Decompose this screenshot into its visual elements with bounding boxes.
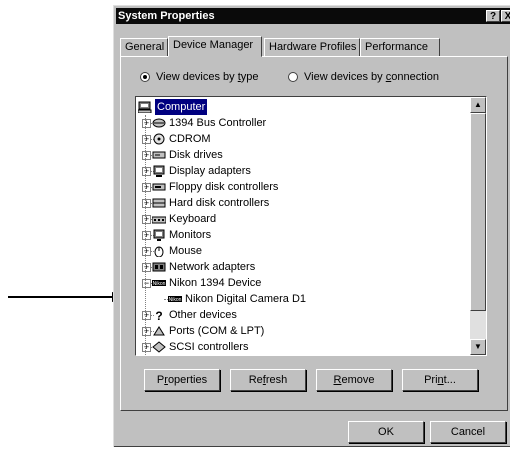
view-by-type-option[interactable]: View devices by type [140, 70, 259, 84]
keyboard-icon [152, 216, 166, 224]
svg-text:?: ? [155, 309, 162, 321]
remove-button[interactable]: Remove [316, 369, 392, 391]
title-bar: System Properties ? X [116, 8, 510, 24]
network-adapter-icon [152, 262, 166, 272]
tree-item-label: Ports (COM & LPT) [169, 325, 265, 337]
scsi-controller-icon [152, 341, 166, 353]
properties-button[interactable]: Properties [144, 369, 220, 391]
tree-item[interactable]: + Monitors [138, 227, 468, 243]
expand-icon[interactable]: + [142, 247, 151, 256]
tree-item-label: Computer [155, 99, 208, 115]
disk-drive-icon [152, 151, 166, 159]
display-adapter-icon [153, 165, 165, 177]
tab-hardware-profiles[interactable]: Hardware Profiles [264, 38, 360, 56]
cancel-button[interactable]: Cancel [430, 421, 506, 443]
tree-item[interactable]: + Network adapters [138, 259, 468, 275]
tree-item[interactable]: + Mouse [138, 243, 468, 259]
help-button[interactable]: ? [486, 10, 500, 22]
expand-icon[interactable]: + [142, 311, 151, 320]
view-by-type-radio[interactable] [140, 72, 150, 82]
tree-item[interactable]: +1394 Bus Controller [138, 115, 468, 131]
nikon-camera-icon: Nikon [168, 296, 182, 303]
tree-item-label: Floppy disk controllers [169, 181, 279, 193]
vertical-scrollbar[interactable]: ▲ ▼ [470, 97, 486, 355]
tree-item[interactable]: Nikon Nikon Digital Camera D1 [138, 291, 468, 307]
tab-performance[interactable]: Performance [360, 38, 440, 56]
tree-item[interactable]: + Floppy disk controllers [138, 179, 468, 195]
tree-item[interactable]: +? Other devices [138, 307, 468, 323]
expand-icon[interactable]: + [142, 151, 151, 160]
tree-item-label: Mouse [169, 245, 203, 257]
tree-item[interactable]: + Disk drives [138, 147, 468, 163]
tree-item-label: Display adapters [169, 165, 251, 177]
tree-item-label: Sound, video and game controllers [169, 355, 339, 356]
svg-text:Nikon: Nikon [169, 297, 182, 303]
cdrom-icon [153, 133, 165, 145]
close-button[interactable]: X [501, 10, 510, 22]
other-devices-icon: ? [155, 309, 162, 321]
tree-item[interactable]: + Hard disk controllers [138, 195, 468, 211]
tree-item-label: Keyboard [169, 213, 217, 225]
tree-item[interactable]: Computer [138, 99, 468, 115]
nikon-device-icon: Nikon [152, 280, 166, 287]
window-title: System Properties [118, 10, 215, 22]
scroll-up-button[interactable]: ▲ [470, 97, 486, 113]
tree-item-label: Monitors [169, 229, 212, 241]
expand-icon[interactable]: + [142, 327, 151, 336]
scroll-down-button[interactable]: ▼ [470, 339, 486, 355]
tab-general[interactable]: General [120, 38, 168, 56]
ok-button[interactable]: OK [348, 421, 424, 443]
tree-item-label: SCSI controllers [169, 341, 249, 353]
refresh-button[interactable]: Refresh [230, 369, 306, 391]
tree-item[interactable]: + Keyboard [138, 211, 468, 227]
device-tree: Computer +1394 Bus Controller + CDROM + Disk … [138, 99, 468, 356]
device-tree-listbox[interactable]: Computer +1394 Bus Controller + CDROM + Disk … [135, 96, 487, 356]
tree-item[interactable]: + CDROM [138, 131, 468, 147]
tab-device-manager[interactable]: Device Manager [168, 36, 262, 57]
expand-icon[interactable]: + [142, 183, 151, 192]
expand-icon[interactable]: + [142, 263, 151, 272]
tree-item[interactable]: + Ports (COM & LPT) [138, 323, 468, 339]
tree-trunk-line [145, 115, 146, 355]
tree-item-label: Nikon Digital Camera D1 [185, 293, 307, 305]
view-by-connection-option[interactable]: View devices by connection [288, 70, 439, 84]
tree-item-label: Disk drives [169, 149, 223, 161]
expand-icon[interactable]: + [142, 343, 151, 352]
scroll-thumb[interactable] [470, 113, 486, 311]
expand-icon[interactable]: + [142, 167, 151, 176]
view-by-type-label: View devices by type [156, 71, 259, 83]
bus-controller-icon [152, 118, 166, 128]
svg-text:Nikon: Nikon [153, 281, 166, 287]
tree-item[interactable]: − Nikon Nikon 1394 Device [138, 275, 468, 291]
expand-icon[interactable]: + [142, 215, 151, 224]
monitor-icon [153, 229, 165, 241]
tree-item-label: CDROM [169, 133, 211, 145]
view-by-connection-radio[interactable] [288, 72, 298, 82]
expand-icon[interactable]: + [142, 119, 151, 128]
ports-icon [153, 326, 165, 336]
print-button[interactable]: Print... [402, 369, 478, 391]
tree-item-label: Nikon 1394 Device [169, 277, 262, 289]
computer-icon [138, 101, 152, 113]
tree-item[interactable]: + SCSI controllers [138, 339, 468, 355]
view-by-connection-label: View devices by connection [304, 71, 439, 83]
expand-icon[interactable]: + [142, 231, 151, 240]
tree-item-label: Other devices [169, 309, 237, 321]
mouse-icon [154, 246, 164, 257]
expand-icon[interactable]: + [142, 135, 151, 144]
tree-item-label: Hard disk controllers [169, 197, 270, 209]
floppy-controller-icon [152, 183, 166, 191]
hard-disk-controller-icon [152, 198, 166, 208]
tree-item[interactable]: +Sound, video and game controllers [138, 355, 468, 356]
tree-item[interactable]: + Display adapters [138, 163, 468, 179]
expand-icon[interactable]: + [142, 199, 151, 208]
collapse-icon[interactable]: − [142, 279, 151, 288]
tree-item-label: Network adapters [169, 261, 256, 273]
tree-item-label: 1394 Bus Controller [169, 117, 267, 129]
